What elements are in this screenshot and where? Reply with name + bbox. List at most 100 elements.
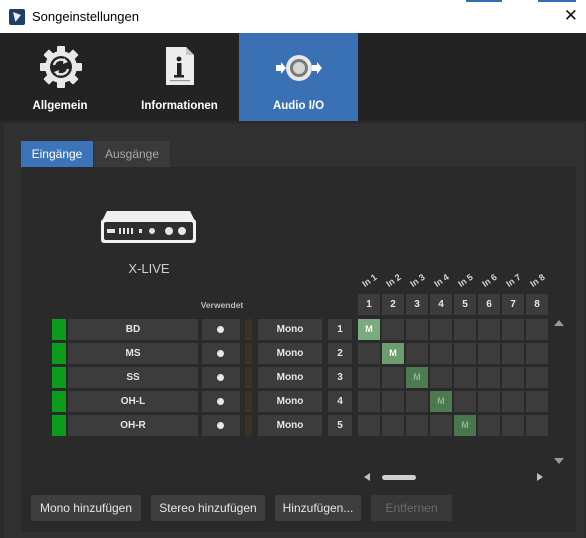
used-toggle[interactable]: [202, 343, 240, 364]
track-color-indicator: [52, 367, 66, 388]
used-toggle[interactable]: [202, 391, 240, 412]
routing-cell-active[interactable]: M: [454, 415, 476, 436]
tab-audio-io[interactable]: Audio I/O: [239, 33, 358, 121]
track-name[interactable]: SS: [68, 367, 198, 388]
input-column-number: 3: [406, 294, 428, 315]
input-column-number: 2: [382, 294, 404, 315]
close-icon[interactable]: ✕: [564, 6, 578, 26]
add-stereo-button[interactable]: Stereo hinzufügen: [151, 495, 265, 521]
main-tab-bar: Allgemein Informationen Audio I/O: [0, 33, 586, 121]
used-toggle[interactable]: [202, 415, 240, 436]
scroll-down-icon[interactable]: [554, 458, 564, 464]
routing-cell[interactable]: [382, 367, 404, 388]
track-color-indicator: [52, 391, 66, 412]
routing-cell[interactable]: [478, 415, 500, 436]
routing-cell-active[interactable]: M: [358, 319, 380, 340]
row-separator: [245, 367, 252, 388]
routing-cell[interactable]: [526, 415, 548, 436]
routing-cell[interactable]: [454, 391, 476, 412]
used-dot: [217, 326, 224, 333]
scroll-up-icon[interactable]: [554, 320, 564, 326]
routing-cell[interactable]: [406, 415, 428, 436]
routing-cell[interactable]: [526, 391, 548, 412]
channel-mode[interactable]: Mono: [258, 415, 322, 436]
routing-cell[interactable]: [502, 343, 524, 364]
routing-cell[interactable]: [406, 391, 428, 412]
channel-mode[interactable]: Mono: [258, 391, 322, 412]
routing-cell[interactable]: [454, 343, 476, 364]
routing-cell[interactable]: [502, 319, 524, 340]
title-bar: Songeinstellungen ✕: [0, 0, 586, 33]
used-column-header: Verwendet: [200, 300, 244, 310]
track-name[interactable]: OH-R: [68, 415, 198, 436]
tab-eingaenge[interactable]: Eingänge: [21, 141, 93, 167]
routing-cell[interactable]: [454, 367, 476, 388]
routing-cell[interactable]: [382, 415, 404, 436]
track-color-indicator: [52, 415, 66, 436]
track-name[interactable]: BD: [68, 319, 198, 340]
routing-cell[interactable]: [358, 415, 380, 436]
routing-cell[interactable]: [430, 367, 452, 388]
routing-cell[interactable]: [430, 415, 452, 436]
routing-cell[interactable]: [430, 343, 452, 364]
add-mono-button[interactable]: Mono hinzufügen: [31, 495, 141, 521]
input-column-number: 6: [478, 294, 500, 315]
routing-cell-active[interactable]: M: [430, 391, 452, 412]
tab-label: Allgemein: [32, 100, 88, 112]
remove-button[interactable]: Entfernen: [371, 495, 452, 521]
tab-allgemein[interactable]: Allgemein: [0, 33, 120, 121]
track-color-indicator: [52, 319, 66, 340]
used-toggle[interactable]: [202, 367, 240, 388]
tab-label: Informationen: [141, 100, 218, 112]
routing-cell[interactable]: [502, 415, 524, 436]
routing-cell[interactable]: [526, 319, 548, 340]
routing-cell[interactable]: [526, 367, 548, 388]
row-separator: [245, 391, 252, 412]
channel-mode[interactable]: Mono: [258, 343, 322, 364]
routing-cell[interactable]: [478, 319, 500, 340]
routing-cell[interactable]: [358, 343, 380, 364]
cell-marker: M: [437, 396, 445, 406]
input-column-number: 1: [358, 294, 380, 315]
gear-sync-icon: [40, 46, 82, 88]
routing-cell[interactable]: [358, 367, 380, 388]
routing-cell[interactable]: [454, 319, 476, 340]
row-separator: [245, 415, 252, 436]
routing-cell[interactable]: [358, 391, 380, 412]
device-name: X-LIVE: [128, 261, 170, 276]
tab-informationen[interactable]: Informationen: [120, 33, 239, 121]
routing-cell[interactable]: [478, 343, 500, 364]
row-number: 4: [328, 391, 352, 412]
window-title: Songeinstellungen: [32, 9, 139, 24]
row-number: 3: [328, 367, 352, 388]
routing-cell[interactable]: [502, 367, 524, 388]
track-name[interactable]: MS: [68, 343, 198, 364]
speaker-io-icon: [276, 55, 322, 81]
routing-cell[interactable]: [406, 343, 428, 364]
tab-ausgaenge[interactable]: Ausgänge: [94, 141, 170, 167]
routing-cell[interactable]: [526, 343, 548, 364]
routing-cell[interactable]: [382, 391, 404, 412]
routing-cell-active[interactable]: M: [406, 367, 428, 388]
routing-cell[interactable]: [430, 319, 452, 340]
scroll-right-icon[interactable]: [537, 473, 543, 481]
row-number: 5: [328, 415, 352, 436]
routing-cell-active[interactable]: M: [382, 343, 404, 364]
horizontal-scrollbar-thumb[interactable]: [382, 475, 416, 480]
routing-cell[interactable]: [406, 319, 428, 340]
scroll-left-icon[interactable]: [364, 473, 370, 481]
routing-cell[interactable]: [382, 319, 404, 340]
used-toggle[interactable]: [202, 319, 240, 340]
input-column-number: 8: [526, 294, 548, 315]
routing-cell[interactable]: [478, 391, 500, 412]
add-button[interactable]: Hinzufügen...: [275, 495, 361, 521]
title-accent-line: [466, 0, 502, 2]
channel-mode[interactable]: Mono: [258, 319, 322, 340]
document-info-icon: [166, 47, 194, 85]
routing-cell[interactable]: [502, 391, 524, 412]
cell-marker: M: [389, 348, 397, 358]
routing-cell[interactable]: [478, 367, 500, 388]
channel-mode[interactable]: Mono: [258, 367, 322, 388]
track-name[interactable]: OH-L: [68, 391, 198, 412]
app-icon: [9, 9, 25, 25]
